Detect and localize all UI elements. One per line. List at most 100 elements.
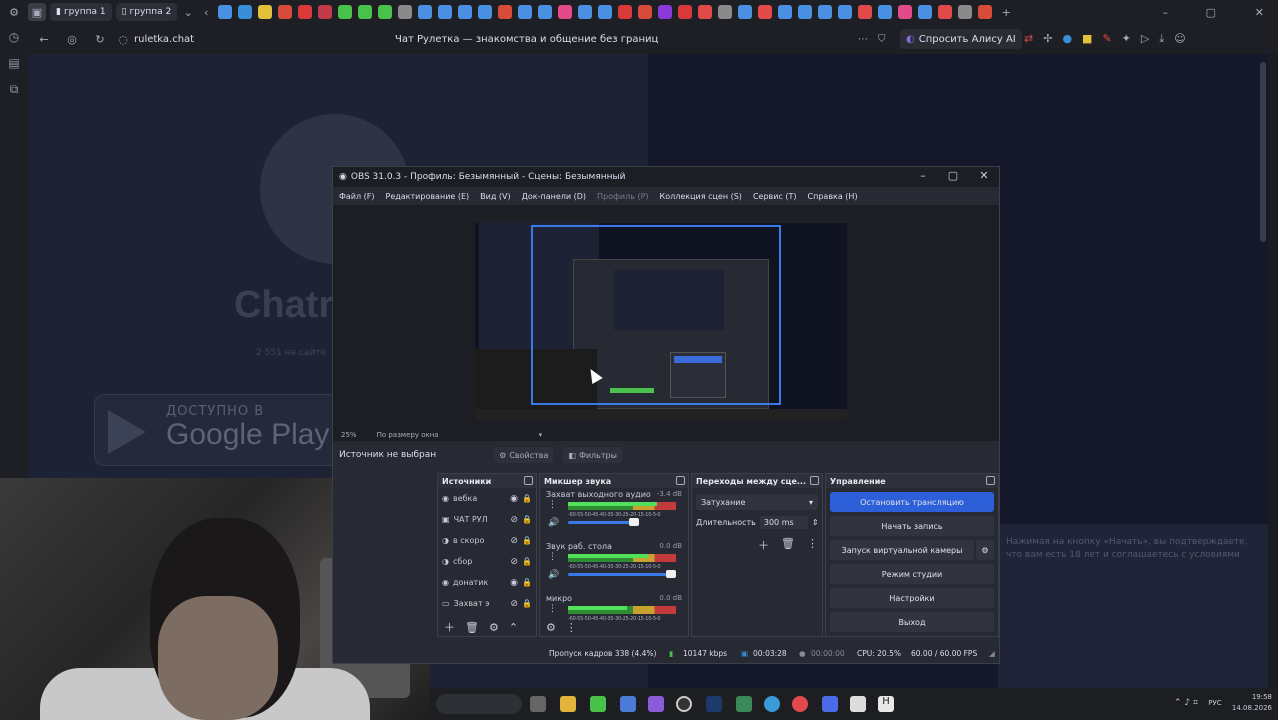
- lock-icon[interactable]: 🔒: [522, 599, 532, 608]
- app-icon[interactable]: [736, 696, 752, 712]
- visibility-eye-icon[interactable]: ⊘: [510, 557, 518, 567]
- extension-icon[interactable]: ▷: [1141, 32, 1149, 46]
- pinned-tab-icon[interactable]: [258, 5, 273, 19]
- pinned-tab-icon[interactable]: [358, 5, 373, 19]
- steam-icon[interactable]: [706, 696, 722, 712]
- speaker-icon[interactable]: 🔊: [548, 570, 559, 580]
- download-icon[interactable]: ⤓: [1159, 32, 1164, 46]
- telegram-icon[interactable]: [764, 696, 780, 712]
- pinned-tab-icon[interactable]: [438, 5, 453, 19]
- lock-icon[interactable]: 🔒: [522, 515, 532, 524]
- translate-icon[interactable]: ⇄: [1024, 32, 1033, 46]
- menu-dots-icon[interactable]: ⋮: [807, 537, 818, 553]
- menu-item[interactable]: Редактирование (E): [386, 192, 470, 201]
- menu-dots-icon[interactable]: ⋮: [548, 500, 557, 510]
- filters-button[interactable]: ◧ Фильтры: [563, 447, 622, 463]
- language-indicator[interactable]: РУС: [1208, 699, 1221, 707]
- add-icon[interactable]: ＋: [758, 537, 769, 553]
- pinned-tab-icon[interactable]: [798, 5, 813, 19]
- page-scrollbar[interactable]: [1260, 62, 1266, 242]
- pinned-tab-icon[interactable]: [658, 5, 673, 19]
- lock-icon[interactable]: 🔒: [522, 578, 532, 587]
- visibility-eye-icon[interactable]: ⊘: [510, 515, 518, 525]
- pinned-tab-icon[interactable]: [818, 5, 833, 19]
- gear-icon[interactable]: ⚙: [489, 621, 499, 634]
- transition-select[interactable]: Затухание ▾: [696, 494, 818, 510]
- pinned-tab-icon[interactable]: [278, 5, 293, 19]
- pinned-tab-icon[interactable]: [498, 5, 513, 19]
- zoom-value[interactable]: 25%: [341, 431, 357, 439]
- new-tab-icon[interactable]: +: [999, 3, 1013, 21]
- menu-item[interactable]: Док-панели (D): [522, 192, 586, 201]
- volume-knob[interactable]: [629, 518, 639, 526]
- visibility-eye-icon[interactable]: ◉: [510, 494, 518, 504]
- mixer-settings-icon[interactable]: ⚙: [546, 621, 556, 634]
- taskbar-search[interactable]: [436, 694, 522, 714]
- undock-icon[interactable]: [986, 476, 995, 485]
- app-icon[interactable]: [850, 696, 866, 712]
- minimize-icon[interactable]: –: [913, 169, 933, 185]
- source-item[interactable]: ◑ в скоро ⊘ 🔒: [438, 530, 536, 551]
- app-icon[interactable]: H: [878, 696, 894, 712]
- pinned-tab-icon[interactable]: [918, 5, 933, 19]
- url-text[interactable]: ruletka.chat: [134, 34, 194, 45]
- collections-icon[interactable]: ⧉: [0, 76, 28, 102]
- settings-button[interactable]: Настройки: [830, 588, 994, 608]
- extension-icon[interactable]: ✦: [1122, 32, 1131, 46]
- pinned-tab-icon[interactable]: [418, 5, 433, 19]
- duration-input[interactable]: 300 ms: [759, 516, 808, 529]
- trash-icon[interactable]: 🗑: [781, 537, 795, 553]
- pinned-tab-icon[interactable]: [338, 5, 353, 19]
- properties-button[interactable]: ⚙ Свойства: [494, 447, 554, 463]
- pinned-tab-icon[interactable]: [298, 5, 313, 19]
- app-icon[interactable]: [792, 696, 808, 712]
- visibility-eye-icon[interactable]: ⊘: [510, 536, 518, 546]
- pinned-tab-icon[interactable]: [618, 5, 633, 19]
- close-icon[interactable]: ✕: [1255, 3, 1264, 21]
- chevron-up-icon[interactable]: ⌃: [509, 621, 518, 634]
- pinned-tab-icon[interactable]: [758, 5, 773, 19]
- terminal-icon[interactable]: [530, 696, 546, 712]
- app-icon[interactable]: [822, 696, 838, 712]
- exit-button[interactable]: Выход: [830, 612, 994, 632]
- tab-group-1[interactable]: ▮ группа 1: [50, 3, 112, 21]
- start-record-button[interactable]: Начать запись: [830, 516, 994, 536]
- chevron-down-icon[interactable]: ▾: [539, 431, 543, 439]
- source-item[interactable]: ▭ Захват э ⊘ 🔒: [438, 593, 536, 614]
- pinned-tab-icon[interactable]: [938, 5, 953, 19]
- lock-icon[interactable]: 🔒: [522, 536, 532, 545]
- pinned-tab-icon[interactable]: [898, 5, 913, 19]
- close-icon[interactable]: ✕: [974, 169, 994, 185]
- extension-icon[interactable]: ✎: [1102, 32, 1111, 46]
- undock-icon[interactable]: [676, 476, 685, 485]
- site-info-icon[interactable]: ◌: [116, 30, 130, 48]
- menu-dots-icon[interactable]: ⋮: [548, 552, 557, 562]
- tray-icons[interactable]: ⌃ ♪ ⌗: [1174, 698, 1198, 708]
- undock-icon[interactable]: [810, 476, 819, 485]
- shield-icon[interactable]: ◎: [60, 30, 84, 48]
- extension-icon[interactable]: ●: [1062, 32, 1072, 46]
- pinned-tab-icon[interactable]: [698, 5, 713, 19]
- alice-button[interactable]: ◐ Спросить Алису AI: [900, 29, 1022, 49]
- pinned-tab-icon[interactable]: [458, 5, 473, 19]
- maximize-icon[interactable]: ▢: [1206, 3, 1216, 21]
- pinned-tab-icon[interactable]: [398, 5, 413, 19]
- pinned-tab-icon[interactable]: [318, 5, 333, 19]
- menu-item[interactable]: Сервис (T): [753, 192, 797, 201]
- maximize-icon[interactable]: ▢: [943, 169, 963, 185]
- app-icon[interactable]: [648, 696, 664, 712]
- extension-icon[interactable]: ✢: [1043, 32, 1052, 46]
- back-tabs-icon[interactable]: ‹: [199, 3, 213, 21]
- reload-icon[interactable]: ↻: [88, 30, 112, 48]
- spin-icon[interactable]: ⇕: [812, 518, 819, 527]
- pinned-tab-icon[interactable]: [718, 5, 733, 19]
- pinned-tab-icon[interactable]: [478, 5, 493, 19]
- menu-item[interactable]: Коллекция сцен (S): [660, 192, 742, 201]
- pinned-tab-icon[interactable]: [378, 5, 393, 19]
- pinned-tab-icon[interactable]: [838, 5, 853, 19]
- menu-item[interactable]: Вид (V): [480, 192, 510, 201]
- pinned-tab-icon[interactable]: [778, 5, 793, 19]
- preview-canvas[interactable]: [475, 209, 847, 419]
- source-item[interactable]: ◉ донатик ◉ 🔒: [438, 572, 536, 593]
- chevron-down-icon[interactable]: ⌄: [181, 3, 195, 21]
